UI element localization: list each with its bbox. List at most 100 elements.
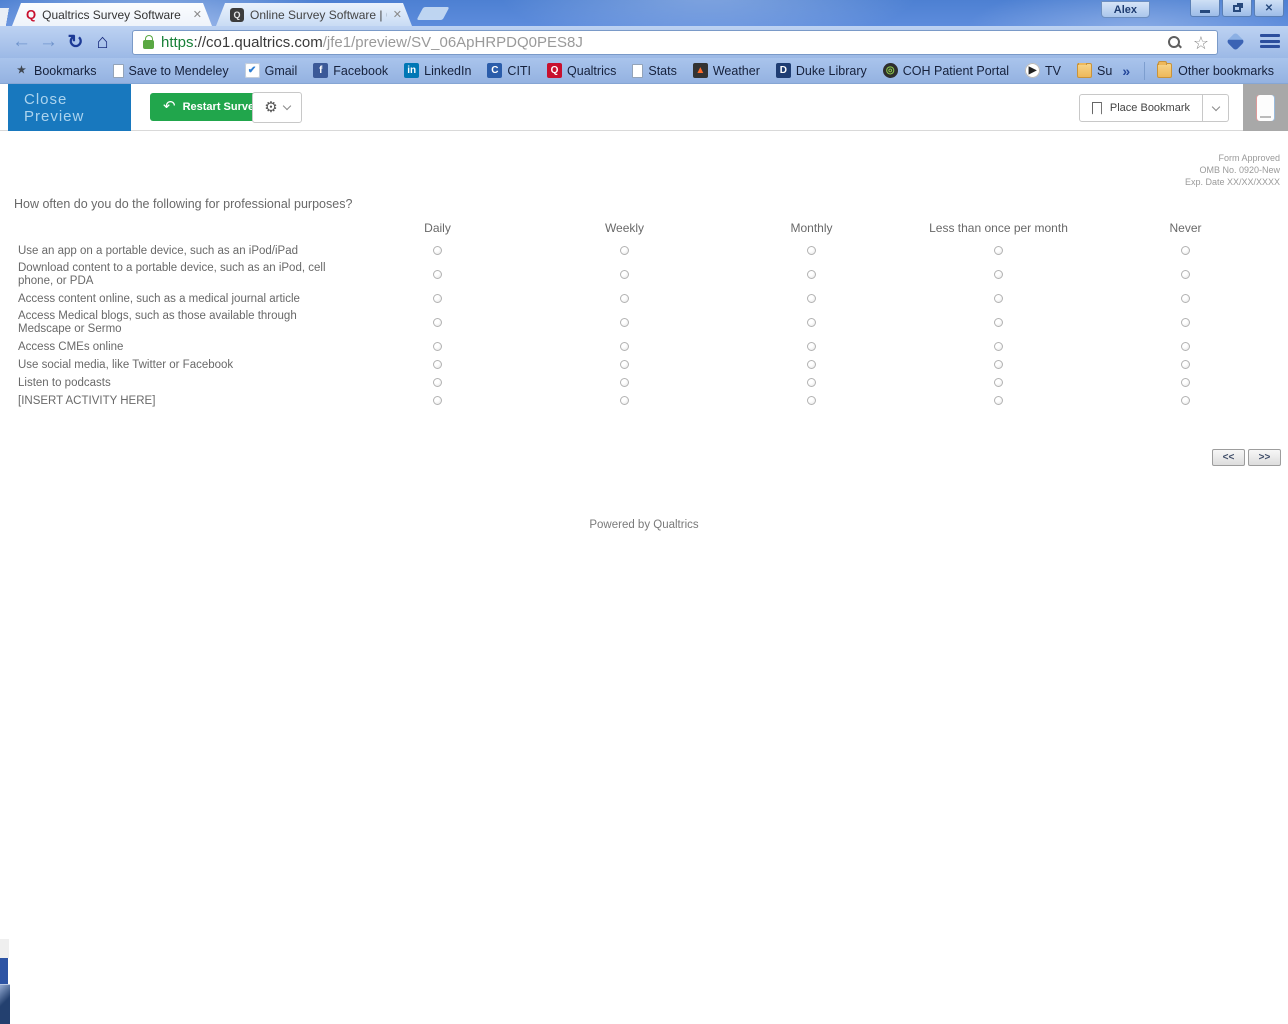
radio-row7-monthly[interactable] xyxy=(807,378,816,387)
radio-row3-weekly[interactable] xyxy=(620,294,629,303)
radio-row3-never[interactable] xyxy=(1181,294,1190,303)
radio-row6-daily[interactable] xyxy=(433,360,442,369)
window-corner xyxy=(0,8,13,26)
secure-lock-icon[interactable] xyxy=(143,34,154,49)
tab-close-icon[interactable]: ✕ xyxy=(193,8,202,21)
bookmark-star-icon[interactable]: ☆ xyxy=(1193,34,1209,52)
radio-row8-monthly[interactable] xyxy=(807,396,816,405)
chrome-menu-icon[interactable] xyxy=(1260,34,1280,51)
bookmark-stats[interactable]: Stats xyxy=(624,63,685,78)
close-preview-button[interactable]: Close Preview xyxy=(8,84,131,131)
radio-row5-monthly[interactable] xyxy=(807,342,816,351)
bookmark-duke-library[interactable]: D Duke Library xyxy=(768,63,875,78)
back-icon[interactable]: ← xyxy=(8,31,35,53)
radio-row4-monthly[interactable] xyxy=(807,318,816,327)
bookmark-label: Facebook xyxy=(333,63,389,78)
home-icon[interactable]: ⌂ xyxy=(89,31,116,54)
restore-button[interactable] xyxy=(1222,0,1252,17)
radio-row6-less-than-once-per-month[interactable] xyxy=(994,360,1003,369)
bookmark-tv[interactable]: ▶ TV xyxy=(1017,63,1069,78)
minimize-icon xyxy=(1200,9,1210,13)
column-header-less-than-once-per-month: Less than once per month xyxy=(929,221,1068,235)
radio-row4-daily[interactable] xyxy=(433,318,442,327)
radio-row3-monthly[interactable] xyxy=(807,294,816,303)
radio-row8-daily[interactable] xyxy=(433,396,442,405)
bookmark-bookmarks[interactable]: ★ Bookmarks xyxy=(6,63,105,78)
bookmark-label: Surveys xyxy=(1097,63,1113,78)
bookmark-label: LinkedIn xyxy=(424,63,472,78)
zoom-icon[interactable] xyxy=(1167,35,1183,51)
mobile-preview-toggle[interactable] xyxy=(1243,84,1288,131)
exp-date-line: Exp. Date XX/XX/XXXX xyxy=(1184,177,1280,187)
bookmarks-list: ★ Bookmarks Save to Mendeley ✔ Gmail f Faceboo… xyxy=(6,63,1112,78)
next-page-button[interactable]: >> xyxy=(1248,449,1281,466)
browser-profile-button[interactable]: Alex xyxy=(1100,1,1150,18)
radio-row3-less-than-once-per-month[interactable] xyxy=(994,294,1003,303)
close-button[interactable]: ✕ xyxy=(1254,0,1284,17)
radio-row5-never[interactable] xyxy=(1181,342,1190,351)
tab-qualtrics-survey-software[interactable]: Q Qualtrics Survey Software ✕ xyxy=(12,3,212,26)
radio-row6-monthly[interactable] xyxy=(807,360,816,369)
radio-row1-weekly[interactable] xyxy=(620,246,629,255)
extension-icon[interactable] xyxy=(1226,32,1245,51)
radio-row4-less-than-once-per-month[interactable] xyxy=(994,318,1003,327)
bookmark-weather[interactable]: ▲ Weather xyxy=(685,63,768,78)
bookmark-coh-patient-portal[interactable]: ◎ COH Patient Portal xyxy=(875,63,1017,78)
radio-row7-daily[interactable] xyxy=(433,378,442,387)
radio-row5-weekly[interactable] xyxy=(620,342,629,351)
reload-icon[interactable]: ↻ xyxy=(62,31,89,54)
radio-row2-monthly[interactable] xyxy=(807,270,816,279)
qualtrics-favicon: Q xyxy=(26,7,37,22)
bookmark-linkedin[interactable]: in LinkedIn xyxy=(396,63,479,78)
place-bookmark-button[interactable]: Place Bookmark xyxy=(1078,94,1203,122)
radio-row2-daily[interactable] xyxy=(433,270,442,279)
radio-row8-never[interactable] xyxy=(1181,396,1190,405)
tab-online-survey-software[interactable]: Q Online Survey Software | C ✕ xyxy=(216,3,412,26)
place-bookmark-dropdown[interactable] xyxy=(1203,94,1229,122)
preview-options-button[interactable]: ⚙ xyxy=(252,92,302,123)
restart-arrow-icon: ↶ xyxy=(163,98,176,115)
bookmark-citi[interactable]: C CITI xyxy=(479,63,539,78)
facebook-icon: f xyxy=(313,63,329,78)
radio-row1-never[interactable] xyxy=(1181,246,1190,255)
matrix-row: Access CMEs online xyxy=(14,338,1280,356)
radio-row1-monthly[interactable] xyxy=(807,246,816,255)
previous-page-button[interactable]: << xyxy=(1212,449,1245,466)
radio-row2-never[interactable] xyxy=(1181,270,1190,279)
radio-row5-less-than-once-per-month[interactable] xyxy=(994,342,1003,351)
radio-row2-weekly[interactable] xyxy=(620,270,629,279)
radio-row7-less-than-once-per-month[interactable] xyxy=(994,378,1003,387)
address-bar[interactable]: https://co1.qualtrics.com/jfe1/preview/S… xyxy=(132,30,1218,55)
radio-row2-less-than-once-per-month[interactable] xyxy=(994,270,1003,279)
bookmarks-overflow-icon[interactable]: » xyxy=(1112,63,1140,79)
bookmark-label: Stats xyxy=(648,63,677,78)
bookmark-qualtrics[interactable]: Q Qualtrics xyxy=(539,63,624,78)
forward-icon[interactable]: → xyxy=(35,31,62,53)
column-header-monthly: Monthly xyxy=(790,221,833,235)
row-label: Access content online, such as a medical… xyxy=(18,292,300,305)
radio-row8-less-than-once-per-month[interactable] xyxy=(994,396,1003,405)
radio-row7-weekly[interactable] xyxy=(620,378,629,387)
minimize-button[interactable] xyxy=(1190,0,1220,17)
radio-row7-never[interactable] xyxy=(1181,378,1190,387)
radio-row8-weekly[interactable] xyxy=(620,396,629,405)
bookmark-facebook[interactable]: f Facebook xyxy=(305,63,396,78)
bookmark-save-to-mendeley[interactable]: Save to Mendeley xyxy=(105,63,237,78)
radio-row4-never[interactable] xyxy=(1181,318,1190,327)
radio-row6-never[interactable] xyxy=(1181,360,1190,369)
radio-row1-daily[interactable] xyxy=(433,246,442,255)
new-tab-button[interactable] xyxy=(416,7,450,20)
browser-toolbar: ← → ↻ ⌂ https://co1.qualtrics.com/jfe1/p… xyxy=(0,26,1288,58)
bookmark-gmail[interactable]: ✔ Gmail xyxy=(237,63,306,78)
radio-row4-weekly[interactable] xyxy=(620,318,629,327)
radio-row1-less-than-once-per-month[interactable] xyxy=(994,246,1003,255)
tab-close-icon[interactable]: ✕ xyxy=(393,8,402,21)
radio-row6-weekly[interactable] xyxy=(620,360,629,369)
column-header-weekly: Weekly xyxy=(604,221,645,235)
radio-row3-daily[interactable] xyxy=(433,294,442,303)
bookmark-surveys[interactable]: Surveys xyxy=(1069,63,1112,78)
radio-row5-daily[interactable] xyxy=(433,342,442,351)
url-text[interactable]: https://co1.qualtrics.com/jfe1/preview/S… xyxy=(161,34,1167,51)
other-bookmarks-button[interactable]: Other bookmarks xyxy=(1149,61,1282,78)
preview-header: Close Preview ↶ Restart Survey ⚙ Place B… xyxy=(0,84,1288,131)
